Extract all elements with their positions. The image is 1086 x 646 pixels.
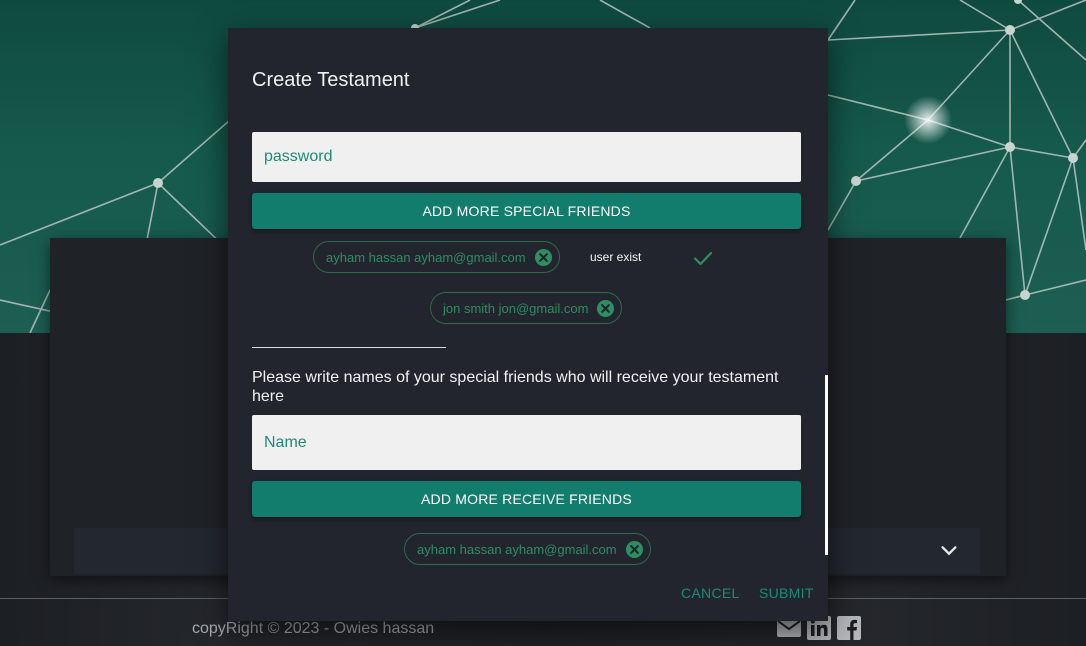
create-testament-dialog: Create Testament ADD MORE SPECIAL FRIEND…	[228, 28, 828, 621]
remove-chip-icon[interactable]	[596, 299, 615, 318]
receive-friend-chip: ayham hassan ayham@gmail.com	[404, 533, 651, 565]
submit-button[interactable]: SUBMIT	[759, 585, 814, 601]
special-friend-chip: ayham hassan ayham@gmail.com	[313, 241, 560, 273]
section-divider	[252, 347, 446, 348]
facebook-icon[interactable]	[836, 615, 862, 641]
add-special-friends-button[interactable]: ADD MORE SPECIAL FRIENDS	[252, 193, 801, 229]
special-friend-chip: jon smith jon@gmail.com	[430, 292, 623, 324]
remove-chip-icon[interactable]	[534, 248, 553, 267]
chip-label: ayham hassan ayham@gmail.com	[417, 541, 617, 557]
name-input[interactable]	[252, 415, 801, 470]
password-field[interactable]	[252, 132, 801, 182]
dialog-scrollbar[interactable]	[825, 375, 828, 555]
check-icon	[691, 246, 715, 270]
password-input[interactable]	[252, 132, 801, 182]
copyright-text: copyRight © 2023 - Owies hassan	[192, 620, 435, 637]
user-exist-status: user exist	[590, 250, 642, 264]
chip-label: ayham hassan ayham@gmail.com	[326, 249, 526, 265]
add-receive-friends-button[interactable]: ADD MORE RECEIVE FRIENDS	[252, 481, 801, 517]
receive-friends-instruction: Please write names of your special frien…	[252, 369, 779, 405]
name-field[interactable]	[252, 415, 801, 470]
chip-label: jon smith jon@gmail.com	[443, 300, 589, 316]
remove-chip-icon[interactable]	[625, 540, 644, 559]
dialog-title: Create Testament	[252, 69, 410, 91]
chevron-down-icon[interactable]	[938, 540, 960, 562]
cancel-button[interactable]: CANCEL	[681, 585, 740, 601]
